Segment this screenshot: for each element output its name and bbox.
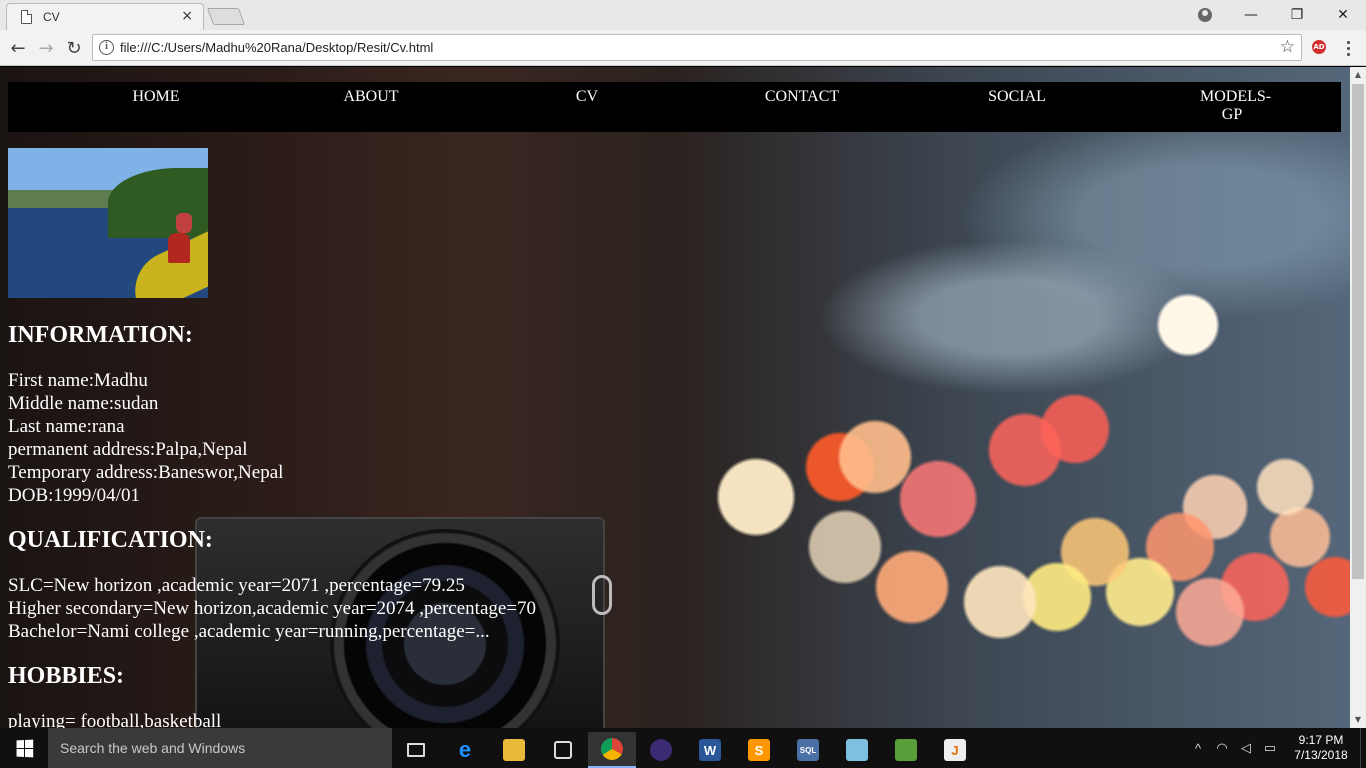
file-explorer-icon[interactable] xyxy=(490,732,538,768)
notification-icon[interactable]: ▭ xyxy=(1258,740,1282,756)
clock[interactable]: 9:17 PM 7/13/2018 xyxy=(1282,733,1360,763)
java-icon[interactable]: J xyxy=(931,732,979,768)
info-icon[interactable]: i xyxy=(99,40,114,55)
photo-person xyxy=(168,233,190,263)
kebab-menu-icon[interactable] xyxy=(1340,36,1356,60)
scrollbar-thumb[interactable] xyxy=(1352,84,1364,579)
info-line: permanent address:Palpa,Nepal xyxy=(8,439,248,460)
sql-tool-icon[interactable]: SQL xyxy=(784,732,832,768)
chart-app-icon[interactable] xyxy=(882,732,930,768)
profile-icon xyxy=(1198,8,1212,22)
nav-cv[interactable]: CV xyxy=(537,88,637,106)
clock-date: 7/13/2018 xyxy=(1294,748,1348,762)
sublime-text-icon[interactable]: S xyxy=(735,732,783,768)
qualification-heading: QUALIFICATION: xyxy=(8,527,213,553)
back-arrow-icon[interactable]: ← xyxy=(6,36,30,60)
photo-hill xyxy=(108,168,208,238)
nav-home[interactable]: HOME xyxy=(106,88,206,106)
new-tab-button[interactable] xyxy=(206,8,246,25)
minimize-button[interactable]: — xyxy=(1228,0,1274,30)
restore-button[interactable]: ❐ xyxy=(1274,0,1320,30)
profile-photo xyxy=(8,148,208,298)
photo-boat xyxy=(122,229,208,298)
volume-icon[interactable]: ◁ xyxy=(1234,740,1258,756)
browser-toolbar: ← → ↻ i file:///C:/Users/Madhu%20Rana/De… xyxy=(0,30,1366,66)
window-controls: — ❐ ✕ xyxy=(1182,0,1366,30)
task-view-icon[interactable] xyxy=(392,732,440,768)
clock-time: 9:17 PM xyxy=(1298,733,1344,747)
adblock-extension-icon[interactable]: AD xyxy=(1312,40,1326,54)
information-heading: INFORMATION: xyxy=(8,322,193,348)
site-navbar: HOME ABOUT CV CONTACT SOCIAL MODELS-GP xyxy=(8,82,1341,132)
chrome-icon[interactable] xyxy=(588,732,636,768)
reload-icon[interactable]: ↻ xyxy=(62,36,86,60)
tab-cv[interactable]: CV × xyxy=(6,3,204,30)
wifi-icon[interactable]: ◠ xyxy=(1210,740,1234,756)
system-tray: ^ ◠ ◁ ▭ 9:17 PM 7/13/2018 xyxy=(1186,728,1366,768)
qualification-line: Bachelor=Nami college ,academic year=run… xyxy=(8,621,490,642)
taskbar-search[interactable]: Search the web and Windows xyxy=(48,728,392,768)
scroll-up-arrow-icon[interactable]: ▲ xyxy=(1350,67,1366,83)
photo-person xyxy=(176,213,192,233)
bookmark-star-icon[interactable]: ☆ xyxy=(1280,37,1295,57)
hobbies-heading: HOBBIES: xyxy=(8,663,125,689)
qualification-line: SLC=New horizon ,academic year=2071 ,per… xyxy=(8,575,465,596)
close-window-button[interactable]: ✕ xyxy=(1320,0,1366,30)
forward-arrow-icon[interactable]: → xyxy=(34,36,58,60)
search-placeholder[interactable]: Search the web and Windows xyxy=(60,740,245,756)
address-bar[interactable]: i file:///C:/Users/Madhu%20Rana/Desktop/… xyxy=(92,34,1302,61)
edge-icon[interactable]: e xyxy=(441,732,489,768)
info-line: First name:Madhu xyxy=(8,370,148,391)
store-icon[interactable] xyxy=(539,732,587,768)
profile-button[interactable] xyxy=(1182,0,1228,30)
tray-chevron-icon[interactable]: ^ xyxy=(1186,741,1210,756)
nav-social[interactable]: SOCIAL xyxy=(967,88,1067,106)
document-icon xyxy=(21,10,32,24)
info-line: DOB:1999/04/01 xyxy=(8,485,140,506)
qualification-line: Higher secondary=New horizon,academic ye… xyxy=(8,598,537,619)
nav-contact[interactable]: CONTACT xyxy=(752,88,852,106)
eclipse-icon[interactable] xyxy=(637,732,685,768)
windows-taskbar: Search the web and Windows e W S SQL J ^… xyxy=(0,728,1366,768)
camera-strap-image xyxy=(592,575,612,615)
hobbies-line: playing= football,basketball xyxy=(8,711,222,728)
info-line: Temporary address:Baneswor,Nepal xyxy=(8,462,284,483)
page-scrollbar[interactable]: ▲ ▼ xyxy=(1350,67,1366,728)
nav-about[interactable]: ABOUT xyxy=(321,88,421,106)
browser-title-bar: CV × — ❐ ✕ xyxy=(0,0,1366,30)
windows-logo-icon xyxy=(16,739,33,757)
scroll-down-arrow-icon[interactable]: ▼ xyxy=(1350,712,1366,728)
tab-title: CV xyxy=(43,10,60,24)
url-text[interactable]: file:///C:/Users/Madhu%20Rana/Desktop/Re… xyxy=(120,40,433,55)
start-button[interactable] xyxy=(0,728,48,768)
word-icon[interactable]: W xyxy=(686,732,734,768)
show-desktop-button[interactable] xyxy=(1360,728,1366,768)
page-viewport: HOME ABOUT CV CONTACT SOCIAL MODELS-GP I… xyxy=(0,67,1350,728)
info-line: Middle name:sudan xyxy=(8,393,159,414)
tab-close-icon[interactable]: × xyxy=(181,8,193,24)
notepad-plus-icon[interactable] xyxy=(833,732,881,768)
info-line: Last name:rana xyxy=(8,416,125,437)
nav-models-gp[interactable]: MODELS-GP xyxy=(1182,88,1282,124)
